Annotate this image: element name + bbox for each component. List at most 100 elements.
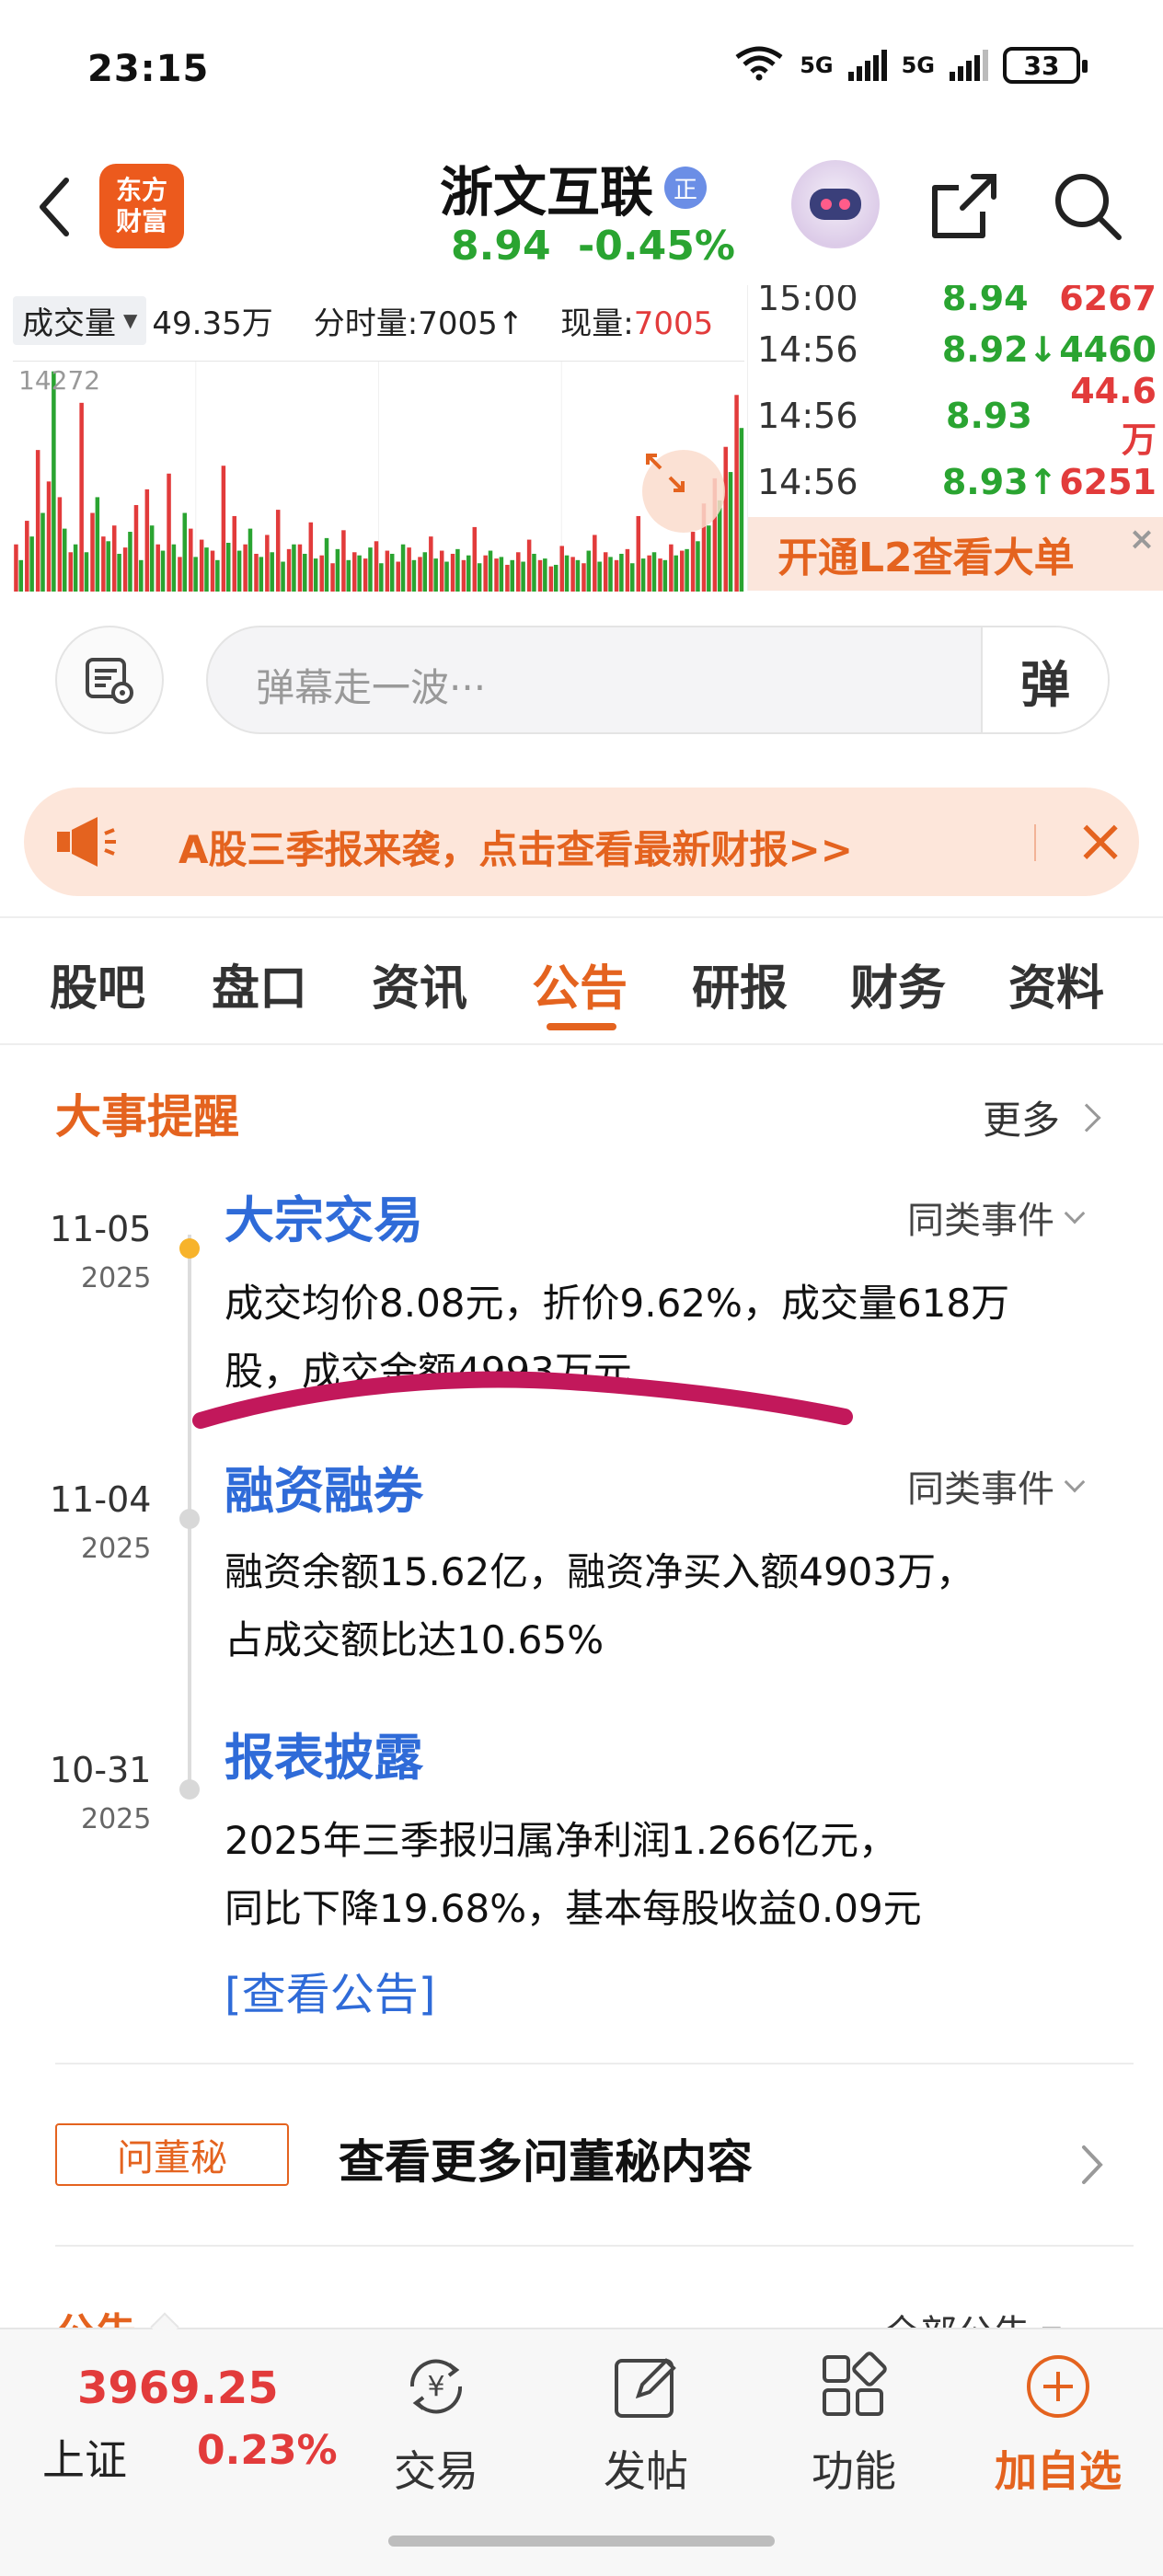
tick-price: 8.92↓ xyxy=(941,329,1058,370)
volume-bar xyxy=(73,544,78,592)
active-tab-indicator xyxy=(547,1023,616,1030)
search-button[interactable] xyxy=(1051,169,1124,243)
volume-bar xyxy=(685,548,689,592)
volume-bar xyxy=(79,402,84,592)
volume-bar xyxy=(630,563,635,592)
similar-events-button[interactable]: 同类事件 xyxy=(907,1190,1086,1244)
volume-total: 49.35万 xyxy=(152,305,273,342)
volume-bar xyxy=(429,536,433,592)
volume-bar xyxy=(723,446,728,592)
tab-research[interactable]: 研报 xyxy=(692,949,788,1018)
nav-add-watchlist[interactable]: 加自选 xyxy=(985,2348,1132,2523)
volume-bar xyxy=(215,559,220,592)
current-volume-label: 现量: xyxy=(560,305,634,342)
volume-bar xyxy=(346,559,351,592)
tab-news[interactable]: 资讯 xyxy=(372,949,467,1018)
volume-bar xyxy=(90,512,95,592)
volume-bar xyxy=(728,472,733,592)
tick-volume: 6267 xyxy=(1059,285,1157,318)
view-announcement-link[interactable]: [查看公告] xyxy=(225,1958,435,2022)
expand-up-icon[interactable] xyxy=(150,2312,179,2341)
tick-price: 8.94 xyxy=(941,285,1029,318)
volume-chart[interactable]: 14272 xyxy=(13,361,744,592)
promo-banner[interactable]: A股三季报来袭，点击查看最新财报>> × xyxy=(24,788,1139,896)
home-indicator[interactable] xyxy=(388,2536,775,2547)
volume-bar xyxy=(461,559,466,592)
event-year: 2025 xyxy=(81,1803,152,1835)
event-title[interactable]: 融资融券 xyxy=(225,1450,423,1523)
tick-list[interactable]: 15:00 8.94 6267 14:56 8.92↓ 4460 14:56 8… xyxy=(747,285,1163,591)
volume-bar xyxy=(407,547,411,592)
volume-bar xyxy=(232,515,237,592)
current-volume: 现量:7005 xyxy=(560,298,713,343)
chevron-down-icon xyxy=(1064,1202,1086,1225)
index-value[interactable]: 3969.25 xyxy=(77,2363,279,2414)
app-logo[interactable]: 东方 财富 xyxy=(99,164,184,248)
volume-bar xyxy=(619,553,624,592)
volume-bar xyxy=(248,528,253,592)
volume-bar xyxy=(450,553,455,592)
volume-bar xyxy=(221,466,226,592)
volume-bar xyxy=(225,543,231,592)
volume-bar xyxy=(521,561,525,592)
event-date: 11-04 xyxy=(50,1479,152,1520)
event-line: 同比下降19.68%，基本每股收益0.09元 xyxy=(225,1886,922,1931)
volume-bar xyxy=(84,552,89,592)
volume-bar xyxy=(193,557,198,592)
share-icon xyxy=(932,174,996,238)
similar-events-button[interactable]: 同类事件 xyxy=(907,1459,1086,1512)
volume-bar xyxy=(319,555,324,592)
danmaku-settings-button[interactable] xyxy=(55,626,164,734)
volume-bar xyxy=(363,558,368,592)
tab-finance[interactable]: 财务 xyxy=(850,949,946,1018)
volume-selector[interactable]: 成交量 ▼ xyxy=(13,295,147,345)
volume-bar xyxy=(286,548,292,592)
more-link[interactable]: 更多 xyxy=(983,1089,1101,1145)
share-button[interactable] xyxy=(927,169,1001,243)
event-title[interactable]: 报表披露 xyxy=(225,1717,423,1789)
tab-guba[interactable]: 股吧 xyxy=(50,949,145,1018)
index-change[interactable]: 0.23% xyxy=(197,2427,338,2474)
more-label: 更多 xyxy=(983,1098,1061,1143)
volume-bar xyxy=(324,537,329,592)
event-body[interactable]: 融资余额15.62亿，融资净买入额4903万， 占成交额比达10.65% xyxy=(225,1538,1126,1674)
volume-bar xyxy=(582,563,586,592)
volume-bar xyxy=(243,544,248,592)
nav-trade[interactable]: ¥ 交易 xyxy=(363,2348,510,2523)
robot-avatar[interactable] xyxy=(791,160,880,248)
danmaku-input[interactable]: 弹幕走一波··· 弹 xyxy=(206,626,1110,734)
volume-bar xyxy=(505,564,510,592)
volume-bar xyxy=(472,526,478,592)
volume-panel: 成交量 ▼ 49.35万 分时量:7005↑ 现量:7005 14272 xyxy=(13,285,744,592)
danmaku-settings-icon xyxy=(86,658,133,704)
volume-bar xyxy=(40,512,45,592)
stock-header: 东方 财富 浙文互联 正 8.94 -0.45% xyxy=(0,138,1163,285)
logo-text: 东方 xyxy=(115,175,167,205)
nav-label: 交易 xyxy=(394,2446,478,2496)
danmaku-toggle-button[interactable]: 弹 xyxy=(981,627,1108,732)
volume-bar xyxy=(275,510,281,592)
volume-bar xyxy=(575,559,581,592)
nav-post[interactable]: 发帖 xyxy=(572,2348,720,2523)
volume-bar xyxy=(433,558,438,592)
volume-bar xyxy=(106,541,110,592)
volume-bar xyxy=(647,555,651,592)
tab-pankou[interactable]: 盘口 xyxy=(212,949,307,1018)
nav-label: 功能 xyxy=(812,2446,896,2496)
close-icon[interactable]: × xyxy=(1069,811,1132,874)
event-title[interactable]: 大宗交易 xyxy=(225,1179,423,1252)
l2-upgrade-banner[interactable]: 开通L2查看大单 × xyxy=(748,517,1163,591)
tab-profile[interactable]: 资料 xyxy=(1008,949,1104,1018)
volume-bar xyxy=(29,536,34,592)
volume-bar xyxy=(46,481,52,592)
section-title: 大事提醒 xyxy=(55,1090,239,1144)
similar-events-label: 同类事件 xyxy=(907,1200,1054,1242)
close-icon[interactable]: × xyxy=(1123,521,1160,558)
back-button[interactable] xyxy=(26,166,81,248)
tab-announcements[interactable]: 公告 xyxy=(532,949,628,1018)
nav-functions[interactable]: 功能 xyxy=(780,2348,927,2523)
index-name[interactable]: 上证 xyxy=(42,2427,127,2488)
ask-secretary-row[interactable]: 问董秘 查看更多问董秘内容 xyxy=(0,2085,1163,2223)
expand-chart-button[interactable] xyxy=(642,450,725,533)
event-body[interactable]: 2025年三季报归属净利润1.266亿元， 同比下降19.68%，基本每股收益0… xyxy=(225,1807,1126,1943)
